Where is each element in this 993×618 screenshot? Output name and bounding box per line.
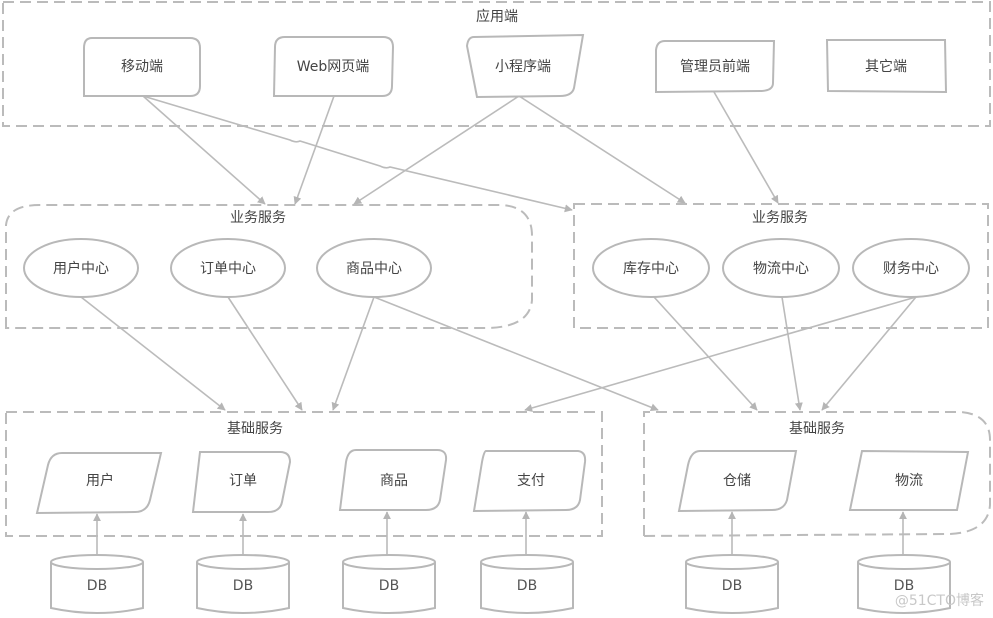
biz-label: 订单中心: [200, 261, 256, 277]
base-node-payment[interactable]: 支付: [472, 450, 587, 513]
edge-user-center-base: [80, 296, 226, 411]
client-node-mobile[interactable]: 移动端: [83, 37, 201, 97]
biz-node-logistics-center[interactable]: 物流中心: [722, 238, 840, 298]
edge-finance-center-base-right: [821, 296, 917, 411]
biz-label: 商品中心: [346, 261, 402, 277]
biz-label: 库存中心: [623, 261, 679, 277]
biz-node-finance-center[interactable]: 财务中心: [852, 238, 970, 298]
edge-logistics-center-base: [781, 296, 803, 411]
edge-finance-center-base-left: [524, 296, 917, 412]
client-node-other[interactable]: 其它端: [825, 39, 948, 94]
group-title-base-right: 基础服务: [789, 420, 845, 437]
db-label: DB: [233, 578, 253, 594]
biz-label: 物流中心: [753, 261, 809, 277]
edge-mobile-biz-left: [142, 95, 266, 205]
base-label: 用户: [86, 472, 114, 489]
edge-order-center-base: [227, 296, 303, 411]
client-label: 其它端: [865, 58, 907, 75]
group-title-biz-left: 业务服务: [230, 210, 286, 226]
base-node-warehouse[interactable]: 仓储: [677, 450, 798, 513]
edge-admin-biz-right: [713, 91, 779, 204]
base-node-user[interactable]: 用户: [35, 452, 163, 515]
db-label: DB: [894, 578, 914, 594]
client-node-admin[interactable]: 管理员前端: [655, 40, 776, 94]
base-label: 物流: [895, 473, 923, 489]
group-title-app: 应用端: [476, 8, 518, 25]
edge-miniprogram-biz-right: [518, 95, 686, 204]
db-label: DB: [87, 578, 107, 594]
client-label: 小程序端: [495, 59, 551, 75]
biz-label: 财务中心: [883, 261, 939, 277]
architecture-diagram: 应用端 业务服务 业务服务 基础服务 基础服务 移动端 Web网页端 小程序端 …: [2, 1, 991, 614]
base-label: 订单: [229, 473, 257, 489]
group-title-base-left: 基础服务: [227, 420, 283, 437]
base-node-logistics[interactable]: 物流: [848, 449, 970, 511]
database-user[interactable]: DB: [50, 554, 144, 614]
database-product[interactable]: DB: [342, 554, 436, 614]
db-label: DB: [722, 578, 742, 594]
biz-node-inventory-center[interactable]: 库存中心: [592, 238, 710, 298]
database-order[interactable]: DB: [196, 554, 290, 614]
biz-label: 用户中心: [53, 260, 109, 277]
edge-miniprogram-biz-left: [353, 95, 520, 205]
client-label: 移动端: [121, 59, 163, 75]
watermark: @51CTO博客: [895, 592, 984, 609]
db-label: DB: [517, 578, 537, 594]
db-label: DB: [379, 578, 399, 594]
base-node-product[interactable]: 商品: [338, 449, 448, 511]
biz-node-user-center[interactable]: 用户中心: [23, 238, 139, 298]
base-label: 商品: [380, 473, 408, 489]
base-label: 支付: [517, 473, 545, 489]
database-warehouse[interactable]: DB: [685, 554, 779, 614]
edge-product-center-base-right: [373, 296, 659, 412]
database-payment[interactable]: DB: [480, 554, 574, 614]
client-node-miniprogram[interactable]: 小程序端: [465, 33, 585, 99]
biz-node-product-center[interactable]: 商品中心: [316, 238, 432, 298]
client-node-web[interactable]: Web网页端: [272, 36, 395, 97]
group-title-biz-right: 业务服务: [752, 210, 808, 226]
client-label: 管理员前端: [680, 58, 750, 75]
base-label: 仓储: [723, 473, 751, 489]
edge-inventory-center-base: [653, 296, 758, 411]
biz-node-order-center[interactable]: 订单中心: [170, 238, 286, 298]
client-label: Web网页端: [297, 59, 370, 75]
edge-product-center-base-left: [331, 296, 375, 411]
base-node-order[interactable]: 订单: [191, 451, 292, 513]
